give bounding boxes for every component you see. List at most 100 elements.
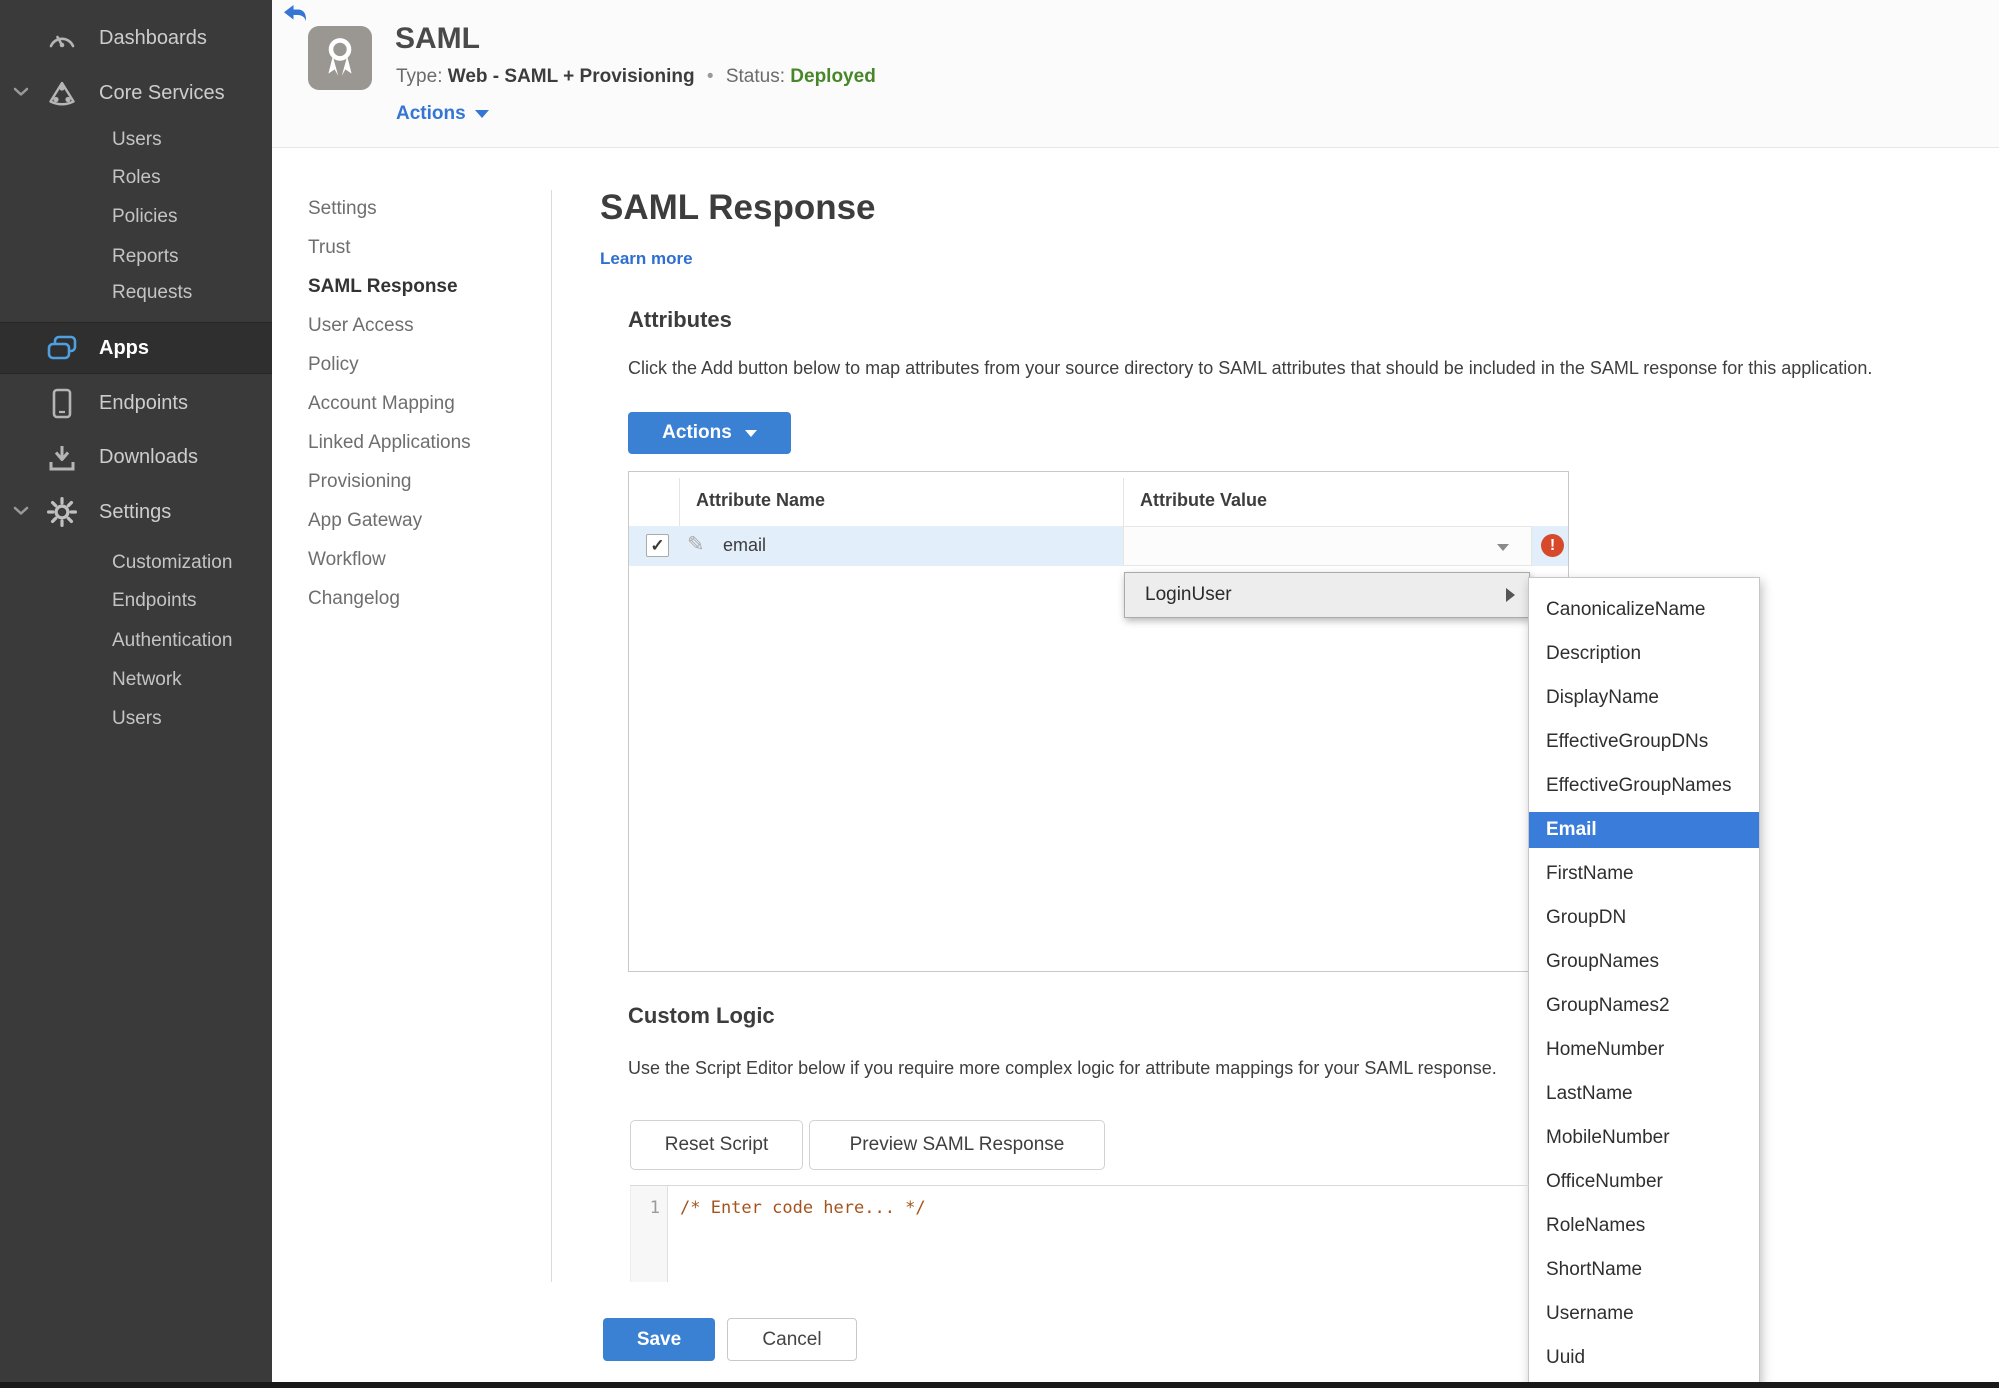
menu-option[interactable]: LastName [1529, 1072, 1759, 1116]
attributes-actions-button[interactable]: Actions [628, 412, 791, 454]
subnav-item-saml-response[interactable]: SAML Response [308, 267, 471, 306]
download-icon [45, 444, 79, 471]
menu-option[interactable]: GroupNames2 [1529, 984, 1759, 1028]
attributes-table: Attribute Name Attribute Value ✓ ✎ email [628, 471, 1569, 972]
dropdown-item-label: LoginUser [1145, 584, 1232, 605]
menu-option[interactable]: Username [1529, 1292, 1759, 1336]
menu-option[interactable]: EffectiveGroupNames [1529, 764, 1759, 808]
sidebar-item-apps[interactable]: Apps [0, 322, 272, 374]
sidebar-item-label: Customization [112, 552, 233, 573]
sidebar-item-downloads[interactable]: Downloads [0, 442, 272, 472]
sidebar-item-roles[interactable]: Roles [0, 163, 272, 193]
sidebar-item-label: Dashboards [99, 26, 207, 49]
sidebar-item-network[interactable]: Network [0, 665, 272, 695]
header-actions-menu[interactable]: Actions [396, 103, 489, 125]
attributes-description: Click the Add button below to map attrib… [628, 358, 1873, 378]
menu-option[interactable]: ShortName [1529, 1248, 1759, 1292]
sidebar-item-label: Users [112, 129, 162, 150]
reset-script-button[interactable]: Reset Script [630, 1120, 803, 1170]
subnav-item-workflow[interactable]: Workflow [308, 540, 471, 579]
actions-button-label: Actions [662, 422, 732, 443]
header-actions-label: Actions [396, 103, 466, 124]
sidebar-item-label: Downloads [99, 445, 198, 468]
learn-more-link[interactable]: Learn more [600, 249, 693, 269]
menu-option[interactable]: Description [1529, 632, 1759, 676]
sidebar-item-label: Endpoints [99, 391, 188, 414]
device-icon [45, 388, 79, 419]
sidebar-item-label: Endpoints [112, 590, 197, 611]
editor-code[interactable]: /* Enter code here... */ [680, 1198, 926, 1218]
sidebar-item-authentication[interactable]: Authentication [0, 626, 272, 656]
sidebar-item-label: Reports [112, 246, 179, 267]
custom-logic-heading: Custom Logic [628, 1003, 775, 1028]
sidebar-item-endpoints-settings[interactable]: Endpoints [0, 586, 272, 616]
menu-option[interactable]: CanonicalizeName [1529, 588, 1759, 632]
chevron-down-icon[interactable] [13, 503, 29, 521]
cancel-button[interactable]: Cancel [727, 1318, 857, 1361]
subnav-item-settings[interactable]: Settings [308, 189, 471, 228]
subnav-item-account-mapping[interactable]: Account Mapping [308, 384, 471, 423]
section-title: SAML Response [600, 188, 876, 227]
subnav-item-provisioning[interactable]: Provisioning [308, 462, 471, 501]
sidebar-item-customization[interactable]: Customization [0, 548, 272, 578]
attribute-name-cell[interactable]: email [723, 535, 766, 556]
preview-saml-response-button[interactable]: Preview SAML Response [809, 1120, 1105, 1170]
menu-option[interactable]: EffectiveGroupDNs [1529, 720, 1759, 764]
subnav-item-app-gateway[interactable]: App Gateway [308, 501, 471, 540]
sidebar-item-label: Apps [99, 336, 149, 359]
menu-option[interactable]: GroupNames [1529, 940, 1759, 984]
chevron-down-icon[interactable] [13, 84, 29, 102]
attribute-value-dropdown[interactable] [1123, 526, 1532, 566]
subnav-item-linked-applications[interactable]: Linked Applications [308, 423, 471, 462]
sidebar-item-label: Policies [112, 206, 178, 227]
sidebar-item-reports[interactable]: Reports [0, 242, 272, 272]
dropdown-item-loginuser[interactable]: LoginUser [1124, 572, 1530, 618]
menu-option[interactable]: FirstName [1529, 852, 1759, 896]
sidebar: Dashboards Core Services Users Roles Pol… [0, 0, 272, 1388]
sidebar-item-users-settings[interactable]: Users [0, 704, 272, 734]
edit-pencil-icon[interactable]: ✎ [687, 532, 705, 557]
menu-option[interactable]: MobileNumber [1529, 1116, 1759, 1160]
menu-option-selected[interactable]: Email [1529, 812, 1759, 848]
attribute-options-menu: CanonicalizeName Description DisplayName… [1528, 577, 1760, 1388]
sidebar-item-core-services[interactable]: Core Services [0, 78, 272, 108]
custom-logic-description: Use the Script Editor below if you requi… [628, 1058, 1497, 1078]
sidebar-item-endpoints[interactable]: Endpoints [0, 388, 272, 418]
sidebar-item-dashboards[interactable]: Dashboards [0, 23, 272, 53]
menu-option[interactable]: HomeNumber [1529, 1028, 1759, 1072]
back-arrow-icon[interactable] [284, 5, 307, 27]
menu-option[interactable]: Uuid [1529, 1336, 1759, 1380]
row-checkbox[interactable]: ✓ [646, 534, 669, 557]
menu-option[interactable]: DisplayName [1529, 676, 1759, 720]
caret-down-icon [474, 110, 489, 118]
subnav-item-policy[interactable]: Policy [308, 345, 471, 384]
menu-option[interactable]: RoleNames [1529, 1204, 1759, 1248]
core-services-icon [45, 80, 79, 106]
sidebar-item-users[interactable]: Users [0, 125, 272, 155]
type-label: Type: [396, 66, 443, 87]
sidebar-item-requests[interactable]: Requests [0, 278, 272, 308]
sidebar-item-label: Authentication [112, 630, 233, 651]
menu-option[interactable]: GroupDN [1529, 896, 1759, 940]
caret-down-icon [1497, 544, 1509, 551]
editor-gutter: 1 [631, 1186, 668, 1282]
sidebar-item-label: Network [112, 669, 182, 690]
subnav-item-user-access[interactable]: User Access [308, 306, 471, 345]
page-title: SAML [395, 22, 480, 55]
script-editor[interactable]: 1 /* Enter code here... */ [630, 1185, 1529, 1282]
line-number: 1 [649, 1198, 660, 1218]
sidebar-item-policies[interactable]: Policies [0, 202, 272, 232]
table-row[interactable]: ✓ ✎ email [629, 526, 1568, 566]
subnav-item-changelog[interactable]: Changelog [308, 579, 471, 618]
save-button[interactable]: Save [603, 1318, 715, 1361]
app-window: Dashboards Core Services Users Roles Pol… [0, 0, 1999, 1388]
subnav-item-trust[interactable]: Trust [308, 228, 471, 267]
meta-separator: • [706, 66, 714, 87]
apps-icon [45, 334, 79, 362]
validation-error-icon: ! [1541, 534, 1564, 557]
sidebar-item-label: Requests [112, 282, 193, 303]
attributes-heading: Attributes [628, 307, 732, 332]
sidebar-item-settings[interactable]: Settings [0, 497, 272, 527]
column-divider [1123, 478, 1124, 526]
menu-option[interactable]: OfficeNumber [1529, 1160, 1759, 1204]
